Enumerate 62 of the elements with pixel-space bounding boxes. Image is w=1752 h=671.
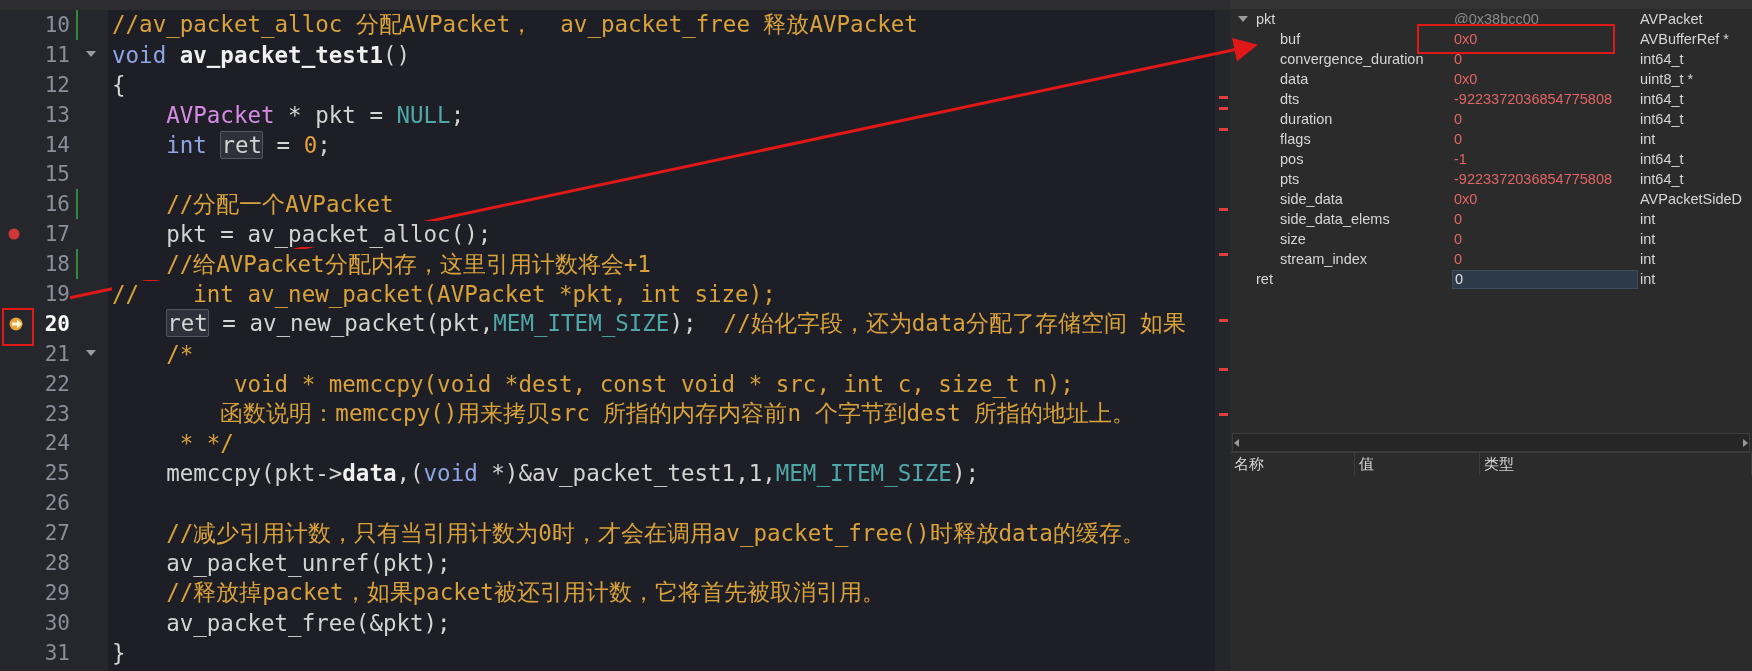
scroll-marker xyxy=(1219,128,1228,131)
variable-value: 0 xyxy=(1454,231,1463,247)
variable-value: 0 xyxy=(1454,211,1463,227)
scroll-marker xyxy=(1219,253,1228,256)
variable-value: -9223372036854775808 xyxy=(1454,91,1613,107)
scroll-right-icon[interactable] xyxy=(1741,437,1749,448)
column-header[interactable]: 名称 xyxy=(1230,453,1355,475)
variable-name[interactable]: duration xyxy=(1280,111,1333,127)
fold-icon[interactable] xyxy=(86,349,96,357)
variable-value: 0x0 xyxy=(1454,191,1478,207)
scroll-marker xyxy=(1219,208,1228,211)
value-field[interactable]: 0 xyxy=(1452,269,1638,289)
variable-value: 0 xyxy=(1454,131,1463,147)
variable-name[interactable]: side_data_elems xyxy=(1280,211,1390,227)
variable-name[interactable]: pos xyxy=(1280,151,1304,167)
variable-name[interactable]: pkt xyxy=(1256,11,1276,27)
variable-value: @0x38bcc00 xyxy=(1454,11,1539,27)
scroll-marker xyxy=(1219,319,1228,322)
scroll-marker xyxy=(1219,413,1228,416)
column-header[interactable]: 类型 xyxy=(1480,453,1752,475)
variable-value: 0x0 xyxy=(1454,31,1478,47)
variable-type: int xyxy=(1640,231,1656,247)
variable-value: 0 xyxy=(1454,51,1463,67)
variable-type: int64_t xyxy=(1640,91,1684,107)
variable-type: int xyxy=(1640,271,1656,287)
variable-name[interactable]: convergence_duration xyxy=(1280,51,1424,67)
scroll-marker xyxy=(1219,107,1228,110)
variable-name[interactable]: ret xyxy=(1256,271,1273,287)
variable-type: int xyxy=(1640,251,1656,267)
expand-arrow-icon[interactable] xyxy=(1238,15,1248,23)
column-header[interactable]: 值 xyxy=(1355,453,1480,475)
variable-type: int xyxy=(1640,211,1656,227)
scroll-left-icon[interactable] xyxy=(1233,437,1241,448)
variable-type: int64_t xyxy=(1640,151,1684,167)
variable-type: int64_t xyxy=(1640,51,1684,67)
variable-name[interactable]: flags xyxy=(1280,131,1311,147)
horizontal-scrollbar[interactable] xyxy=(1232,433,1750,452)
variable-name[interactable]: stream_index xyxy=(1280,251,1368,267)
variable-type: AVBufferRef * xyxy=(1640,31,1729,47)
variable-value: 0 xyxy=(1454,251,1463,267)
variable-type: AVPacketSideD xyxy=(1640,191,1743,207)
variable-type: int64_t xyxy=(1640,171,1684,187)
vertical-scrollbar[interactable] xyxy=(1215,10,1230,671)
variable-name[interactable]: side_data xyxy=(1280,191,1343,207)
variable-type: int64_t xyxy=(1640,111,1684,127)
variable-value: -1 xyxy=(1454,151,1467,167)
scroll-marker xyxy=(1219,368,1228,371)
variable-value: 0 xyxy=(1454,111,1463,127)
variable-type: int xyxy=(1640,131,1656,147)
fold-icon[interactable] xyxy=(86,50,96,58)
variable-type: uint8_t * xyxy=(1640,71,1694,87)
variable-name[interactable]: buf xyxy=(1280,31,1301,47)
scroll-marker xyxy=(1219,96,1228,99)
breakpoint-icon[interactable] xyxy=(8,228,20,241)
variable-name[interactable]: size xyxy=(1280,231,1306,247)
variable-value: 0x0 xyxy=(1454,71,1478,87)
variable-type: AVPacket xyxy=(1640,11,1703,27)
variable-name[interactable]: pts xyxy=(1280,171,1300,187)
annotation-box xyxy=(2,308,34,346)
variable-name[interactable]: data xyxy=(1280,71,1309,87)
variable-value: -9223372036854775808 xyxy=(1454,171,1613,187)
variable-name[interactable]: dts xyxy=(1280,91,1300,107)
